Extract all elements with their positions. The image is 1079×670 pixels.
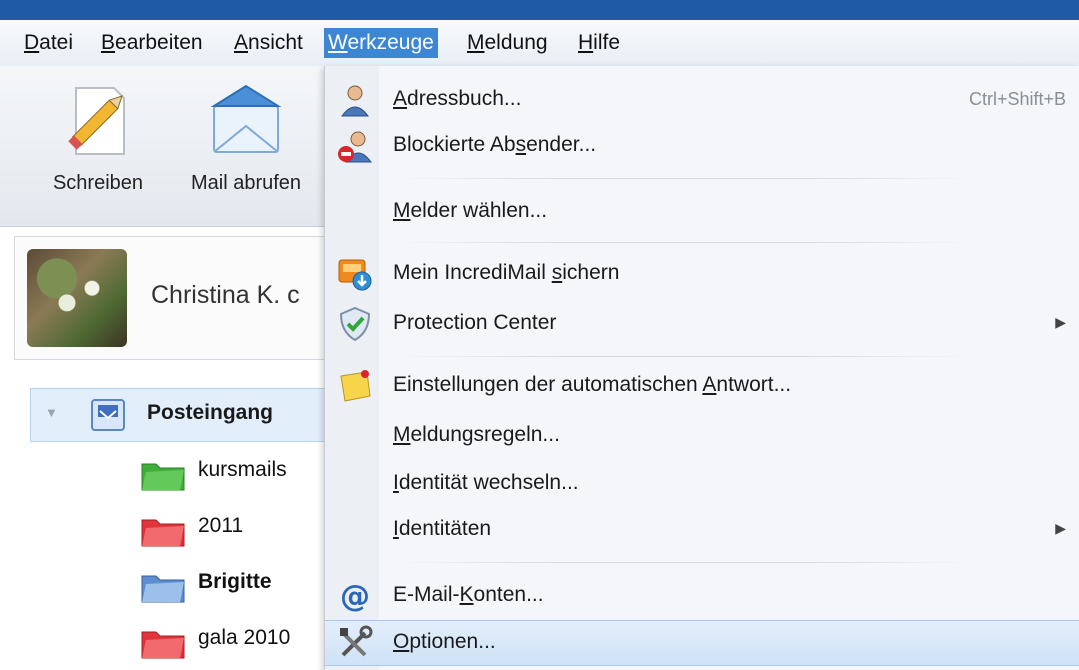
menu-item-protection-center[interactable]: Protection Center ▶ — [325, 302, 1079, 346]
window-title-bar — [0, 0, 1079, 20]
menu-item-identitaeten[interactable]: Identitäten ▶ — [325, 508, 1079, 552]
inbox-icon — [91, 399, 125, 431]
svg-text:@: @ — [340, 579, 370, 614]
menu-item-melder-waehlen[interactable]: Melder wählen... — [325, 190, 1079, 234]
menu-bearbeiten[interactable]: Bearbeiten — [97, 28, 207, 58]
toolbar: Schreiben Mail abrufen — [0, 66, 330, 227]
fetch-mail-label: Mail abrufen — [190, 172, 302, 194]
pencil-paper-icon — [68, 87, 125, 155]
menu-item-label: Identität wechseln... — [393, 471, 579, 494]
menu-item-adressbuch[interactable]: Adressbuch... Ctrl+Shift+B — [325, 78, 1079, 122]
menu-item-identitaet-wechseln[interactable]: Identität wechseln... — [325, 462, 1079, 506]
menu-item-blockierte-absender[interactable]: Blockierte Absender... — [325, 124, 1079, 168]
menu-item-label: Identitäten — [393, 517, 492, 540]
shortcut-label: Ctrl+Shift+B — [968, 89, 1066, 109]
menu-datei[interactable]: Datei — [20, 28, 77, 58]
menu-item-auto-antwort[interactable]: Einstellungen der automatischen Antwort.… — [325, 364, 1079, 408]
compose-label: Schreiben — [52, 172, 144, 194]
menu-item-meldungsregeln[interactable]: Meldungsregeln... — [325, 414, 1079, 458]
menu-item-label: Mein IncrediMail sichern — [393, 261, 620, 284]
menu-item-label: Optionen... — [393, 630, 496, 653]
envelope-icon — [210, 84, 282, 153]
folder-label: Brigitte — [198, 570, 272, 593]
menu-item-label: Meldungsregeln... — [393, 423, 560, 446]
folder-inbox[interactable]: ▼ Posteingang — [30, 388, 332, 442]
tools-icon — [340, 625, 373, 657]
sticky-note-icon — [340, 370, 371, 402]
menu-bar: Datei Bearbeiten Ansicht Werkzeuge Meldu… — [0, 20, 1079, 67]
werkzeuge-dropdown-menu: Adressbuch... Ctrl+Shift+B Blockierte Ab… — [324, 66, 1079, 670]
address-book-icon — [341, 85, 369, 117]
profile-name: Christina K. c — [151, 281, 300, 309]
backup-icon — [338, 259, 372, 291]
folder-inbox-label: Posteingang — [147, 401, 274, 424]
compose-button[interactable]: Schreiben — [38, 80, 158, 195]
menu-item-label: Einstellungen der automatischen Antwort.… — [393, 373, 792, 396]
menu-meldung[interactable]: Meldung — [463, 28, 552, 58]
folder-red-icon — [141, 519, 185, 547]
shield-icon — [339, 306, 371, 342]
menu-item-label: Adressbuch... — [393, 87, 522, 110]
menu-separator — [395, 178, 975, 179]
folder-blue-icon — [141, 575, 185, 603]
fetch-mail-button[interactable]: Mail abrufen — [176, 80, 316, 195]
menu-item-label: E-Mail-Konten... — [393, 583, 544, 606]
menu-item-label: Melder wählen... — [393, 199, 548, 222]
menu-item-email-konten[interactable]: @ E-Mail-Konten... — [325, 574, 1079, 618]
at-sign-icon: @ — [340, 579, 370, 614]
menu-separator — [395, 562, 975, 563]
folder-label: gala 2010 — [198, 626, 291, 649]
menu-werkzeuge[interactable]: Werkzeuge — [324, 28, 438, 58]
menu-item-label: Protection Center — [393, 311, 557, 334]
submenu-arrow-icon: ▶ — [1055, 520, 1066, 536]
folder-label: 2011 — [198, 514, 244, 537]
menu-separator — [395, 356, 975, 357]
menu-separator — [395, 242, 975, 243]
menu-ansicht[interactable]: Ansicht — [230, 28, 307, 58]
blocked-sender-icon — [338, 131, 372, 163]
menu-hilfe[interactable]: Hilfe — [574, 28, 624, 58]
submenu-arrow-icon: ▶ — [1055, 314, 1066, 330]
menu-item-incredimail-sichern[interactable]: Mein IncrediMail sichern — [325, 252, 1079, 296]
avatar — [27, 249, 127, 347]
menu-item-optionen[interactable]: Optionen... — [325, 620, 1079, 666]
folder-green-icon — [141, 463, 185, 491]
folder-label: kursmails — [198, 458, 287, 481]
profile-card[interactable]: Christina K. c — [14, 236, 346, 360]
folder-red-icon — [141, 631, 185, 659]
menu-item-label: Blockierte Absender... — [393, 133, 597, 156]
collapse-arrow-icon[interactable]: ▼ — [45, 405, 58, 420]
